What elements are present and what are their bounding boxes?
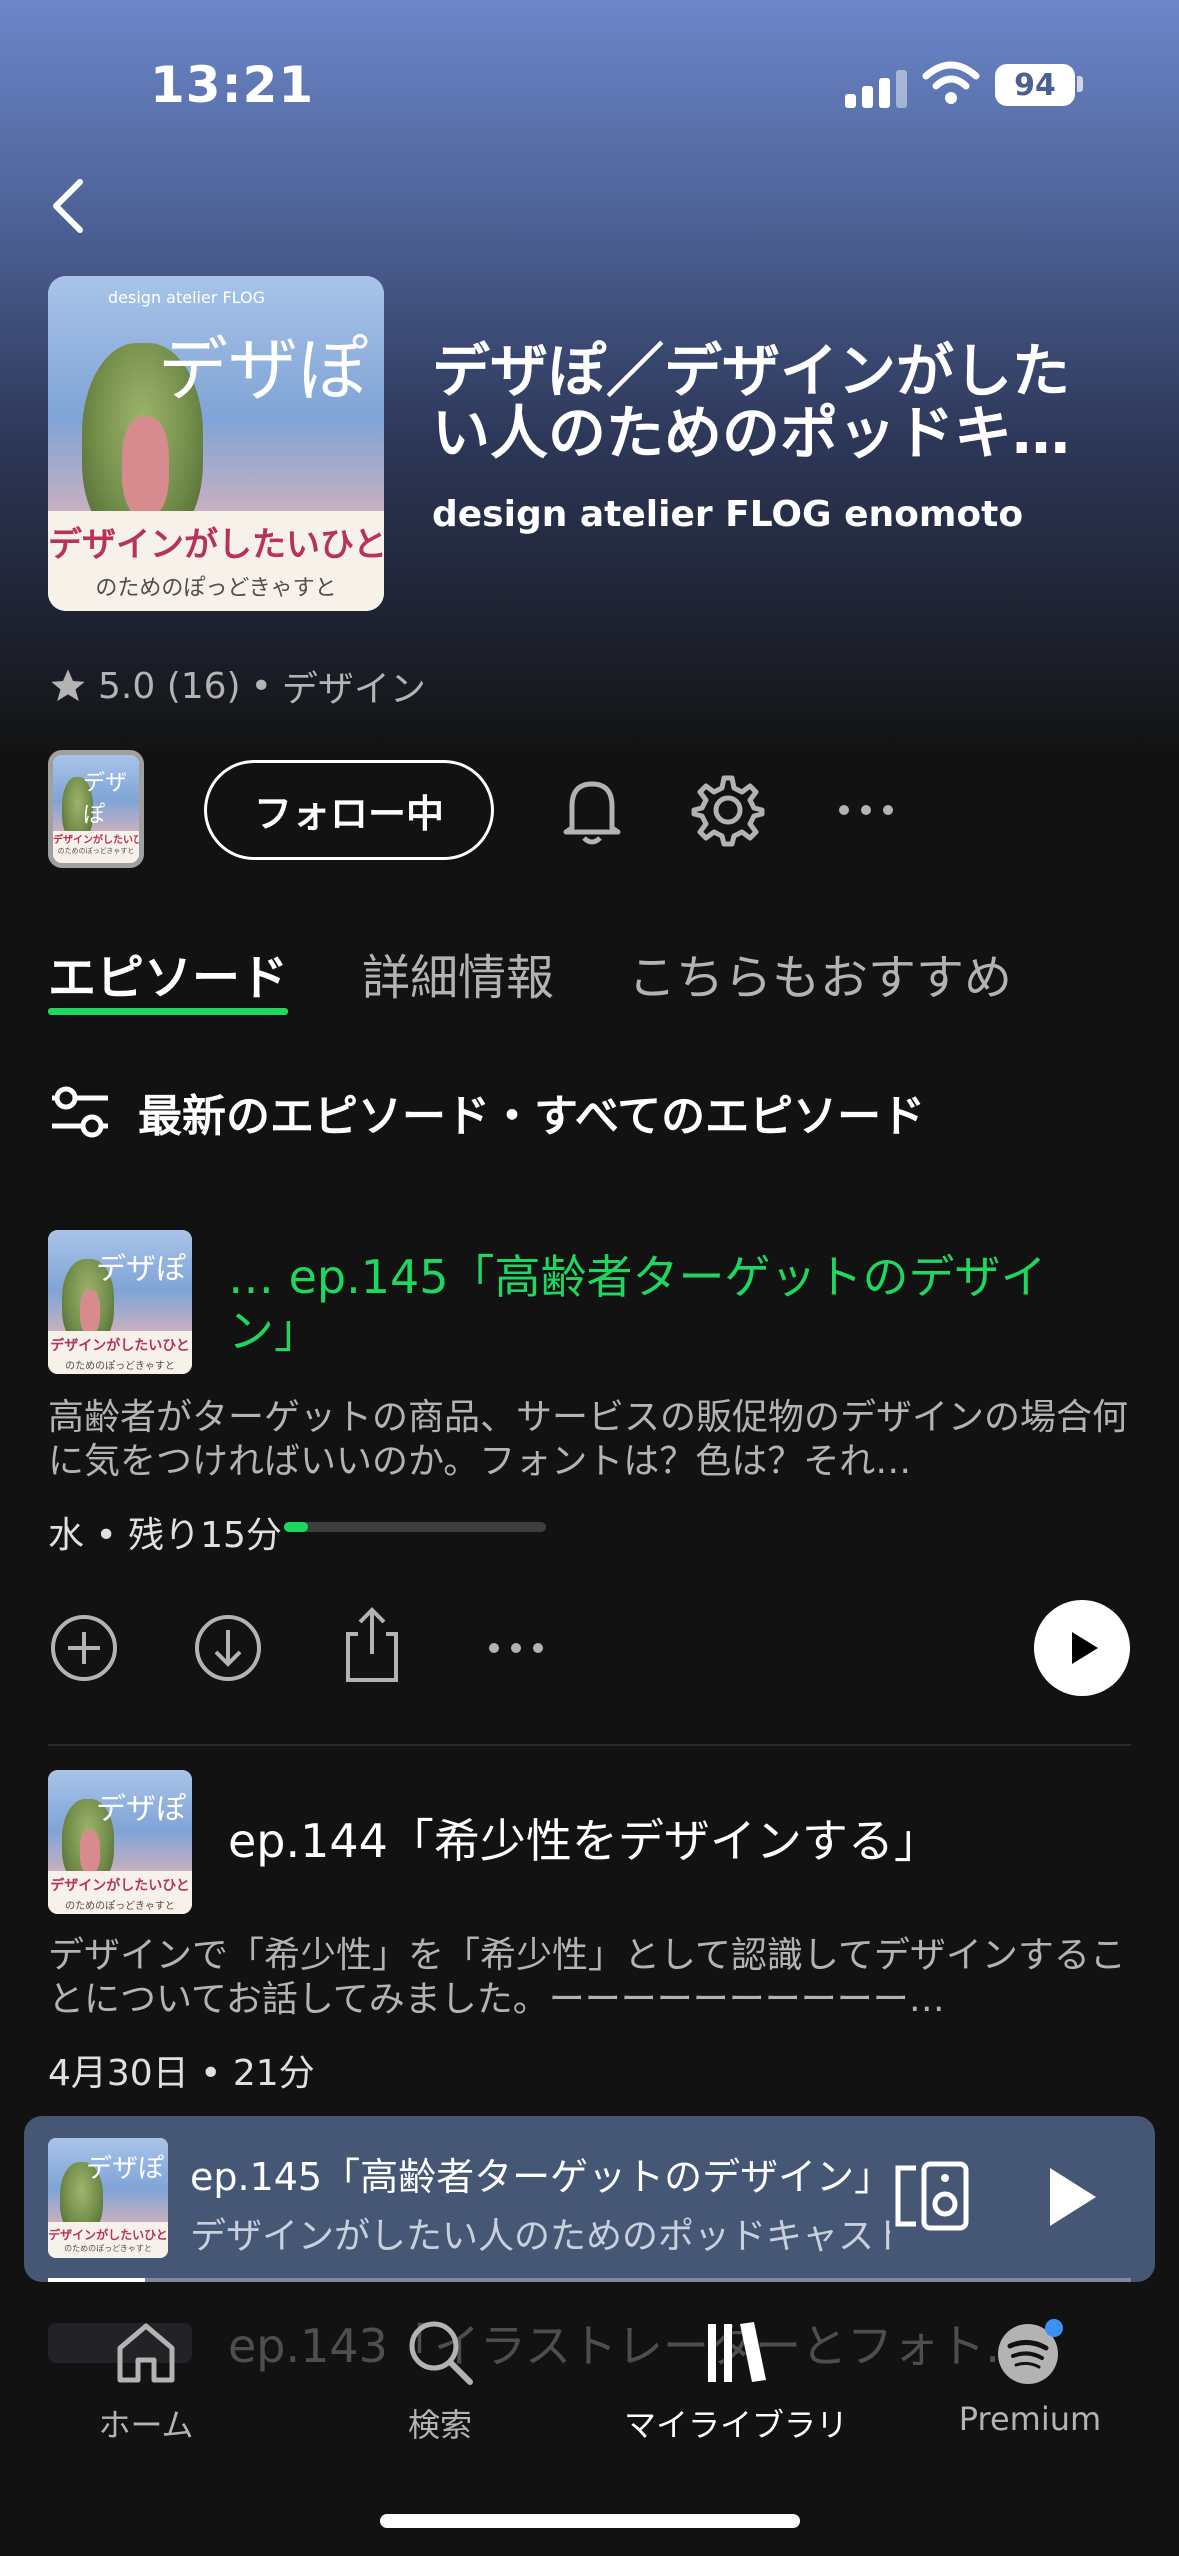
tab-active-indicator [48, 1008, 288, 1015]
nav-search[interactable]: 検索 [330, 2318, 550, 2446]
star-icon [51, 669, 85, 701]
share-icon[interactable] [336, 1604, 408, 1684]
episode-cover[interactable]: デザぽ デザインがしたいひと のためのぽっどきゃすと [48, 1770, 192, 1914]
cover-thumbnail[interactable]: デザぽ デザインがしたいひと のためのぽっどきゃすと [48, 750, 144, 868]
nav-home[interactable]: ホーム [36, 2318, 256, 2446]
now-playing-text: ep.145「高齢者ターゲットのデザイン」 デザインがしたい人のためのポッドキャ… [190, 2146, 890, 2259]
status-time: 13:21 [150, 56, 315, 114]
tab-details[interactable]: 詳細情報 [362, 938, 554, 1008]
episode-description: 高齢者がターゲットの商品、サービスの販促物のデザインの場合何に気をつければいいの… [48, 1397, 1129, 1482]
episode-progress-bar [284, 1522, 546, 1532]
rating-value: 5.0 (16) [98, 665, 241, 707]
home-icon [117, 2323, 175, 2383]
bell-icon[interactable] [552, 770, 632, 850]
episode-meta: 4月30日 • 21分 [48, 2053, 315, 2094]
rating-row[interactable]: 5.0 (16) • デザイン [48, 660, 426, 712]
tab-recommended[interactable]: こちらもおすすめ [628, 938, 1012, 1008]
add-to-playlist-icon[interactable] [48, 1612, 120, 1684]
play-icon [1072, 1632, 1098, 1664]
search-icon [409, 2321, 473, 2385]
podcast-title: デザぽ／デザインがしたい人のためのポッドキ… [432, 337, 1071, 467]
now-playing-title: ep.145「高齢者ターゲットのデザイン」 [190, 2155, 890, 2199]
spotify-premium-icon [998, 2319, 1063, 2384]
mini-play-icon[interactable] [1042, 2162, 1102, 2232]
cellular-signal-icon [845, 66, 907, 108]
now-playing-progress [48, 2278, 1131, 2282]
episode-play-button[interactable] [1034, 1600, 1130, 1696]
download-icon[interactable] [192, 1612, 264, 1684]
battery-indicator: 94 [995, 64, 1075, 106]
episode-filter[interactable]: 最新のエピソード・すべてのエピソード [48, 1080, 925, 1144]
filter-sliders-icon [52, 1086, 108, 1138]
podcast-cover-art: design atelier FLOG デザぽ デザインがしたいひと のためのぽ… [48, 276, 384, 611]
tab-episodes[interactable]: エピソード [48, 938, 288, 1008]
battery-tip [1077, 76, 1083, 92]
episode-title[interactable]: … ep.145「高齢者ターゲットのデザイン」 [228, 1250, 1088, 1358]
more-options-icon[interactable] [836, 796, 896, 824]
podcast-author[interactable]: design atelier FLOG enomoto [432, 494, 1023, 535]
nav-library[interactable]: マイライブラリ [624, 2318, 848, 2446]
home-indicator [380, 2514, 800, 2528]
episode-cover[interactable]: デザぽ デザインがしたいひと のためのぽっどきゃすと [48, 1230, 192, 1374]
now-playing-bar[interactable]: デザぽ デザインがしたいひと のためのぽっどきゃすと ep.145「高齢者ターゲッ… [24, 2116, 1155, 2282]
episode-meta: 水 • 残り15分 [48, 1515, 282, 1556]
wifi-icon [922, 61, 980, 104]
gear-icon[interactable] [688, 770, 768, 850]
connect-device-icon[interactable] [894, 2158, 970, 2234]
back-chevron-icon[interactable] [40, 170, 100, 240]
episode-more-icon[interactable] [488, 1634, 544, 1662]
follow-button[interactable]: フォロー中 [204, 760, 494, 860]
episode-progress-fill [284, 1522, 308, 1532]
library-icon [708, 2322, 766, 2382]
now-playing-subtitle: デザインがしたい人のためのポッドキャスト [190, 2216, 890, 2257]
category-label: デザイン [281, 669, 426, 710]
now-playing-cover: デザぽ デザインがしたいひと のためのぽっどきゃすと [48, 2138, 168, 2258]
episode-title[interactable]: ep.144「希少性をデザインする」 [228, 1814, 1128, 1868]
nav-premium[interactable]: Premium [920, 2318, 1140, 2438]
episode-description: デザインで「希少性」を「希少性」として認識してデザインすることについてお話してみ… [48, 1935, 1126, 2020]
filter-label: 最新のエピソード・すべてのエピソード [138, 1091, 926, 1142]
episode-divider [48, 1744, 1131, 1746]
rating-separator: • [250, 665, 272, 707]
